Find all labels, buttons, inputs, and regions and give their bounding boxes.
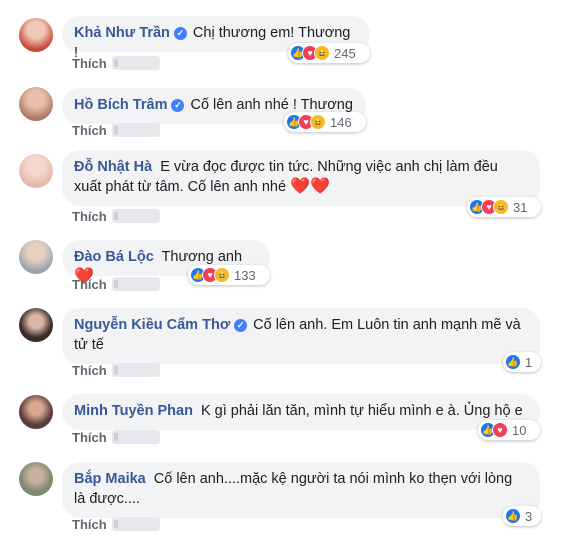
comment-bubble: Minh Tuyền Phan K gì phải lăn tăn, mình …: [62, 394, 540, 430]
timestamp: [112, 123, 160, 137]
commenter-name[interactable]: Nguyễn Kiều Cẩm Thơ: [74, 317, 230, 333]
reaction-summary[interactable]: 👍 ♥ 😆 146: [284, 112, 366, 132]
reaction-summary[interactable]: 👍 3: [503, 506, 541, 526]
like-action[interactable]: Thích: [72, 123, 107, 138]
reaction-count: 31: [513, 199, 528, 215]
avatar[interactable]: [19, 18, 53, 52]
like-icon: 👍: [505, 508, 521, 524]
comment-text: Cố lên anh....mặc kệ người ta nói mình k…: [153, 471, 513, 487]
avatar[interactable]: [19, 395, 53, 429]
commenter-name[interactable]: Đào Bá Lộc: [74, 249, 154, 265]
comment-text: Cố lên anh. Em Luôn tin anh mạnh mẽ và: [253, 317, 521, 333]
commenter-name[interactable]: Minh Tuyền Phan: [74, 403, 193, 419]
reaction-count: 146: [330, 114, 352, 130]
reaction-summary[interactable]: 👍 ♥ 10: [478, 420, 540, 440]
avatar[interactable]: [19, 87, 53, 121]
reaction-summary[interactable]: 👍 ♥ 😆 133: [188, 265, 270, 285]
comment-text: Cố lên anh nhé ! Thương: [190, 97, 353, 113]
comment-text-line-2: xuất phát từ tâm. Cố lên anh nhé: [74, 179, 287, 195]
love-icon: ♥: [492, 422, 508, 438]
haha-icon: 😆: [310, 114, 326, 130]
timestamp: [112, 363, 160, 377]
like-icon: 👍: [505, 354, 521, 370]
reaction-count: 1: [525, 354, 533, 370]
like-action[interactable]: Thích: [72, 363, 107, 378]
reaction-summary[interactable]: 👍 ♥ 😆 31: [467, 197, 541, 217]
commenter-name[interactable]: Hồ Bích Trâm: [74, 97, 167, 113]
haha-icon: 😆: [493, 199, 509, 215]
like-action[interactable]: Thích: [72, 517, 107, 532]
timestamp: [112, 430, 160, 444]
timestamp: [112, 56, 160, 70]
like-action[interactable]: Thích: [72, 430, 107, 445]
comment-text: E vừa đọc được tin tức. Những việc anh c…: [160, 159, 498, 175]
like-action[interactable]: Thích: [72, 277, 107, 292]
comment-text: K gì phải lăn tăn, mình tự hiểu mình e à…: [200, 403, 523, 419]
like-action[interactable]: Thích: [72, 56, 107, 71]
reaction-summary[interactable]: 👍 1: [503, 352, 541, 372]
reaction-count: 10: [512, 422, 527, 438]
like-action[interactable]: Thích: [72, 209, 107, 224]
haha-icon: 😆: [314, 45, 330, 61]
commenter-name[interactable]: Đỗ Nhật Hà: [74, 159, 152, 175]
verified-badge-icon: ✓: [234, 319, 248, 332]
commenter-name[interactable]: Khả Như Trần: [74, 25, 170, 41]
reaction-count: 245: [334, 45, 356, 61]
timestamp: [112, 277, 160, 291]
avatar[interactable]: [19, 462, 53, 496]
comment-bubble: Đỗ Nhật Hà E vừa đọc được tin tức. Những…: [62, 150, 540, 206]
comment-bubble: Bắp Maika Cố lên anh....mặc kệ người ta …: [62, 462, 540, 518]
timestamp: [112, 209, 160, 223]
verified-badge-icon: ✓: [171, 99, 185, 112]
avatar[interactable]: [19, 308, 53, 342]
avatar[interactable]: [19, 240, 53, 274]
reaction-count: 3: [525, 508, 533, 524]
reaction-summary[interactable]: 👍 ♥ 😆 245: [288, 43, 370, 63]
reaction-count: 133: [234, 267, 256, 283]
timestamp: [112, 517, 160, 531]
comment-text-line-2: là được....: [74, 491, 140, 507]
commenter-name[interactable]: Bắp Maika: [74, 471, 146, 487]
comment-text-line-2: tử tế: [74, 337, 104, 353]
comment-text: Thương anh: [161, 249, 243, 265]
heart-emoji: ❤️❤️: [290, 178, 330, 195]
avatar[interactable]: [19, 154, 53, 188]
haha-icon: 😆: [214, 267, 230, 283]
verified-badge-icon: ✓: [173, 27, 187, 40]
comment-bubble: Nguyễn Kiều Cẩm Thơ ✓ Cố lên anh. Em Luôn …: [62, 308, 540, 364]
